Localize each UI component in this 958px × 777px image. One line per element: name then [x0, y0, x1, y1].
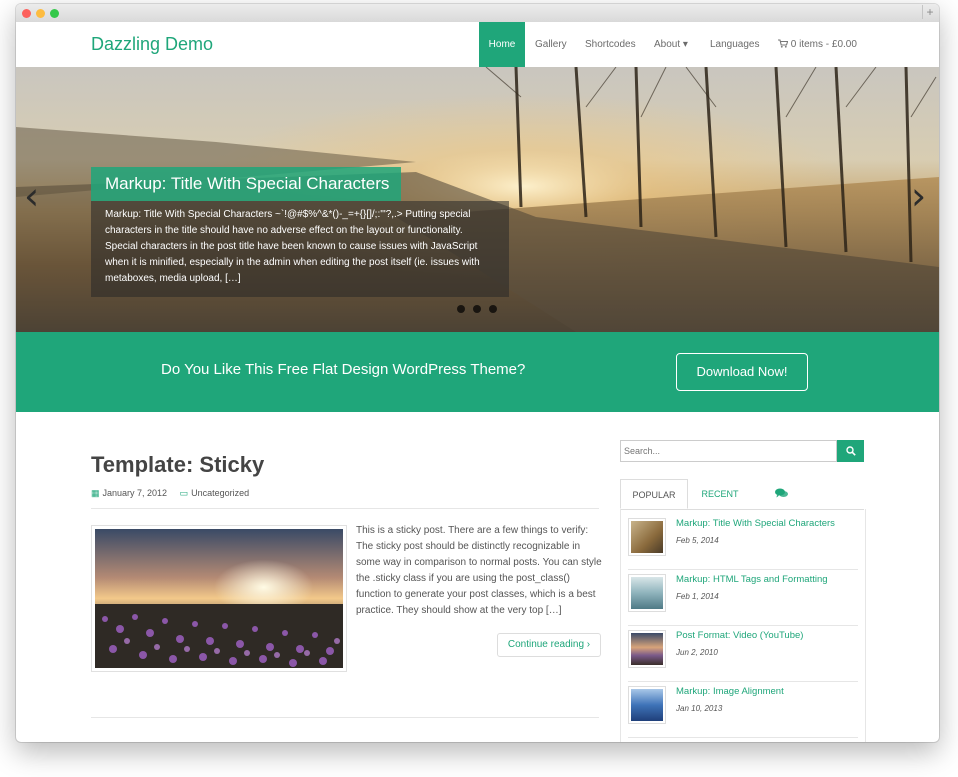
post-thumbnail-image	[631, 577, 663, 609]
post-title[interactable]: Template: Sticky	[91, 452, 264, 478]
slide-title[interactable]: Markup: Title With Special Characters	[91, 167, 401, 201]
slide-description: Markup: Title With Special Characters ~`…	[91, 201, 509, 297]
hero-slider: Markup: Title With Special Characters Ma…	[16, 67, 939, 332]
popular-post-date: Feb 1, 2014	[676, 592, 719, 601]
popular-post-thumbnail[interactable]	[628, 686, 666, 724]
comments-icon	[774, 488, 788, 498]
folder-icon: ▭	[179, 488, 189, 498]
continue-reading-button[interactable]: Continue reading ›	[497, 633, 601, 657]
slider-indicator[interactable]	[489, 305, 497, 313]
nav-item-gallery[interactable]: Gallery	[535, 22, 567, 67]
post-date[interactable]: January 7, 2012	[103, 488, 168, 498]
calendar-icon: ▦	[91, 488, 100, 498]
site-brand[interactable]: Dazzling Demo	[91, 34, 213, 55]
zoom-window-button[interactable]	[50, 9, 59, 18]
cta-text: Do You Like This Free Flat Design WordPr…	[161, 361, 526, 378]
tab-popular[interactable]: POPULAR	[620, 479, 688, 509]
nav-item-home[interactable]: Home	[479, 22, 525, 67]
popular-post-title[interactable]: Markup: HTML Tags and Formatting	[676, 574, 828, 585]
download-button[interactable]: Download Now!	[676, 353, 808, 391]
popular-post-date: Jan 10, 2013	[676, 704, 723, 713]
chevron-left-icon[interactable]: ‹	[24, 177, 39, 215]
search-icon	[845, 446, 856, 456]
post-thumbnail-image	[631, 633, 663, 665]
close-window-button[interactable]	[22, 9, 31, 18]
popular-posts-panel: Markup: Title With Special Characters Fe…	[620, 509, 866, 742]
cart-icon	[778, 39, 789, 48]
nav-item-cart[interactable]: 0 items - £0.00	[778, 22, 857, 67]
post-thumbnail-image	[631, 521, 663, 553]
post-thumbnail-image	[631, 689, 663, 721]
tab-recent[interactable]: RECENT	[690, 479, 750, 509]
post-category[interactable]: Uncategorized	[191, 488, 249, 498]
cart-label: 0 items - £0.00	[790, 39, 857, 50]
divider	[628, 737, 858, 738]
new-tab-icon[interactable]: +	[922, 5, 937, 19]
search-input[interactable]	[620, 440, 837, 462]
divider	[628, 681, 858, 682]
post-thumbnail[interactable]	[91, 525, 347, 672]
divider	[628, 569, 858, 570]
nav-item-about[interactable]: About ▾	[654, 22, 688, 67]
window-titlebar: +	[16, 4, 939, 23]
popular-post-item[interactable]: Markup: Image Alignment Jan 10, 2013	[628, 683, 858, 738]
site-navbar: Dazzling Demo Home Gallery Shortcodes Ab…	[16, 22, 939, 68]
cta-banner: Do You Like This Free Flat Design WordPr…	[16, 332, 939, 412]
chevron-right-icon[interactable]: ›	[911, 177, 926, 215]
browser-window: + Dazzling Demo Home Gallery Shortcodes …	[16, 4, 939, 742]
post-excerpt: This is a sticky post. There are a few t…	[356, 525, 602, 616]
nav-item-languages[interactable]: Languages	[710, 22, 760, 67]
tab-comments[interactable]	[756, 479, 806, 509]
divider	[91, 717, 599, 718]
popular-post-title[interactable]: Post Format: Video (YouTube)	[676, 630, 803, 641]
popular-post-date: Jun 2, 2010	[676, 648, 718, 657]
popular-post-date: Feb 5, 2014	[676, 536, 719, 545]
popular-post-title[interactable]: Markup: Image Alignment	[676, 686, 784, 697]
slider-indicator[interactable]	[473, 305, 481, 313]
post-image	[95, 529, 343, 668]
divider	[628, 625, 858, 626]
slider-indicator[interactable]	[457, 305, 465, 313]
popular-post-item[interactable]: Markup: Title With Special Characters Fe…	[628, 515, 858, 570]
popular-post-item[interactable]: Markup: HTML Tags and Formatting Feb 1, …	[628, 571, 858, 626]
popular-post-thumbnail[interactable]	[628, 518, 666, 556]
post-meta: ▦ January 7, 2012 ▭ Uncategorized	[91, 488, 249, 499]
popular-post-item[interactable]: Post Format: Video (YouTube) Jun 2, 2010	[628, 627, 858, 682]
popular-post-thumbnail[interactable]	[628, 630, 666, 668]
continue-reading-label: Continue reading	[507, 639, 585, 650]
popular-post-title[interactable]: Markup: Title With Special Characters	[676, 518, 835, 529]
popular-post-thumbnail[interactable]	[628, 574, 666, 612]
sidebar-tabs: POPULAR RECENT	[620, 479, 864, 510]
search-button[interactable]	[837, 440, 864, 462]
divider	[91, 508, 599, 509]
minimize-window-button[interactable]	[36, 9, 45, 18]
chevron-right-icon: ›	[586, 639, 591, 650]
nav-item-shortcodes[interactable]: Shortcodes	[585, 22, 636, 67]
